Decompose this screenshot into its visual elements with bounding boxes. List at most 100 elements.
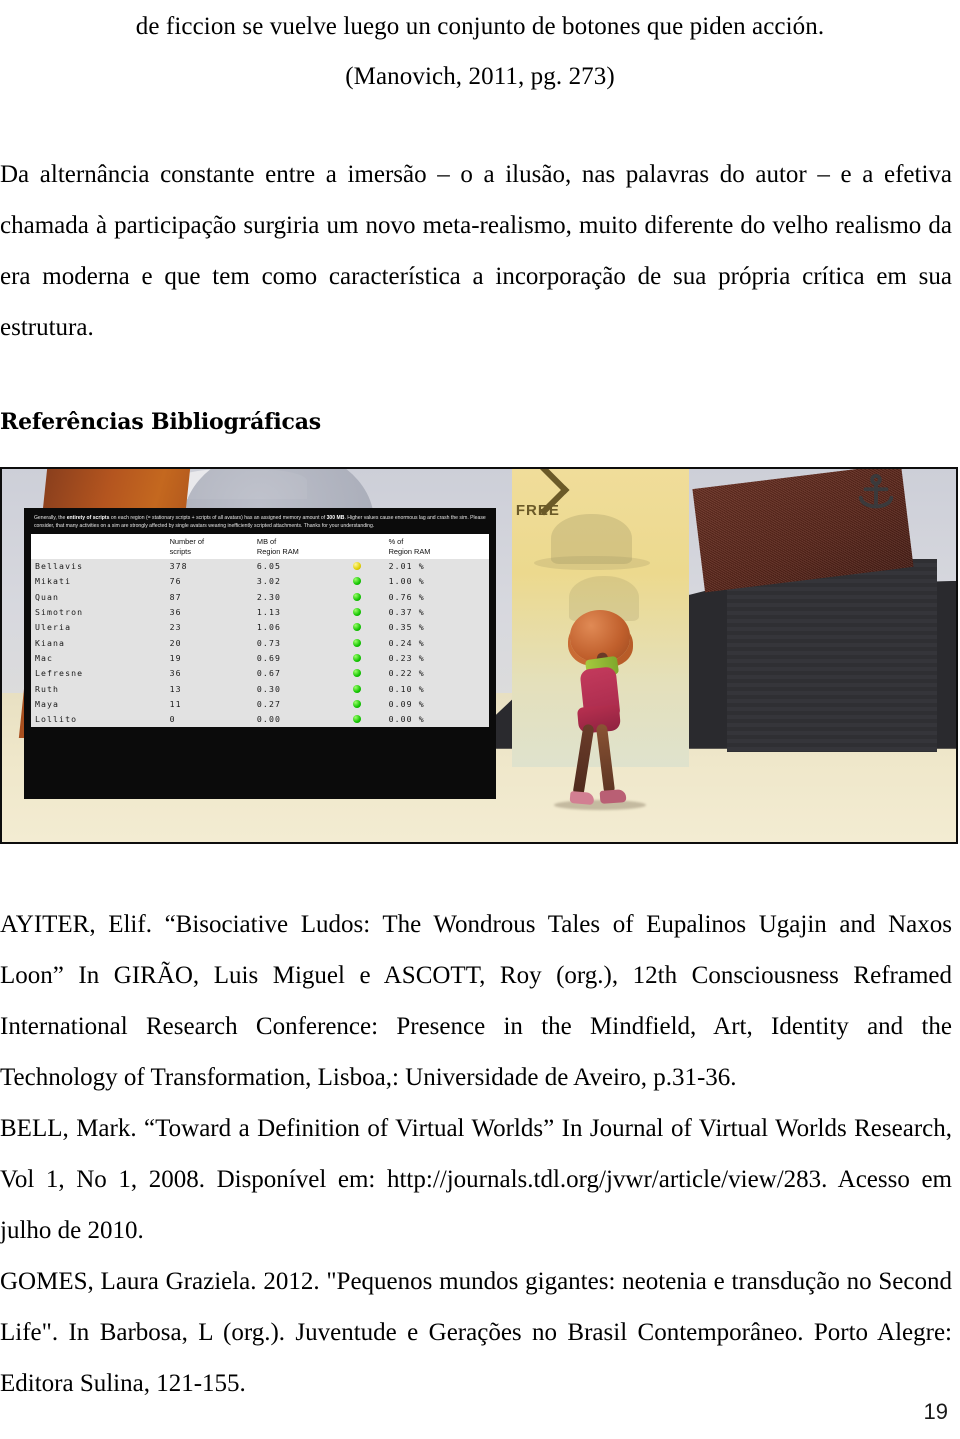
cell-script-count: 378 (165, 559, 253, 575)
cell-script-count: 11 (165, 696, 253, 713)
cell-script-count: 20 (165, 635, 253, 651)
cell-status (348, 650, 385, 667)
col-header-mb: MB of Region RAM (252, 533, 349, 560)
cell-status (348, 696, 385, 713)
cell-mb-region-ram: 0.67 (252, 666, 349, 682)
pct-sign: % (418, 591, 424, 602)
hat-brim-graphic (533, 555, 651, 571)
status-dot-green-icon (352, 638, 361, 647)
status-dot-green-icon (352, 623, 361, 632)
pct-sign: % (418, 652, 424, 663)
free-sign-label: FREE (515, 501, 560, 519)
cell-pct-region-ram: 0.10 % (384, 681, 490, 697)
cell-pct-region-ram: 1.00 % (384, 574, 490, 590)
cell-script-count: 19 (165, 650, 253, 667)
cell-script-count: 0 (165, 712, 253, 728)
avatar-leg-left (572, 723, 595, 797)
status-dot-green-icon (352, 592, 361, 601)
table-row: Ruth 13 0.30 0.10 % (30, 681, 490, 697)
pct-sign: % (418, 714, 424, 725)
pct-sign: % (418, 668, 424, 679)
panel-note-mid-1: on each region (= stationary scripts + s… (109, 515, 327, 522)
cell-region-name: Lefresne (30, 666, 166, 682)
panel-note-bold-2: 300 MB (326, 515, 345, 522)
col-header-pct: % of Region RAM (384, 533, 490, 560)
pct-value: 0.10 (388, 683, 419, 694)
avatar-shoe-right (599, 788, 627, 804)
page-number: 19 (923, 1399, 948, 1424)
cell-region-name: Uleria (30, 620, 166, 636)
script-info-panel: Generally, the entirety of scripts on ea… (23, 508, 497, 800)
cell-mb-region-ram: 3.02 (252, 574, 349, 590)
cell-pct-region-ram: 0.23 % (384, 650, 490, 667)
cell-status (348, 574, 385, 590)
cell-region-name: Maya (30, 696, 166, 713)
cell-pct-region-ram: 2.01 % (384, 559, 490, 575)
pct-value: 0.35 (388, 622, 419, 633)
cell-script-count: 23 (165, 620, 253, 636)
avatar-shoe-left (569, 790, 595, 805)
cell-mb-region-ram: 2.30 (252, 589, 349, 606)
cell-status (348, 589, 385, 606)
cell-region-name: Quan (30, 589, 166, 606)
virtual-world-scene: FREE Generally, the entirety of scripts … (2, 469, 956, 842)
pct-value: 0.22 (388, 668, 419, 679)
table-row: Mac 19 0.69 0.23 % (30, 650, 490, 667)
status-dot-green-icon (352, 669, 361, 678)
pct-value: 0.76 (388, 591, 419, 602)
status-dot-green-icon (352, 608, 361, 617)
block-quote: de ficcion se vuelve luego un conjunto d… (0, 2, 960, 102)
panel-note: Generally, the entirety of scripts on ea… (34, 515, 487, 530)
cell-pct-region-ram: 0.37 % (384, 605, 490, 621)
cell-status (348, 635, 385, 651)
table-row: Mikati 76 3.02 1.00 % (30, 574, 490, 590)
avatar (554, 609, 650, 820)
cell-mb-region-ram: 1.13 (252, 605, 349, 621)
pct-sign: % (418, 698, 424, 709)
cell-script-count: 76 (165, 574, 253, 590)
cell-region-name: Ruth (30, 681, 166, 697)
table-row: Simotron 36 1.13 0.37 % (30, 605, 490, 621)
page-title: Referências Bibliográficas (0, 409, 321, 436)
table-row: Maya 11 0.27 0.09 % (30, 696, 490, 713)
cell-mb-region-ram: 0.00 (252, 712, 349, 728)
table-header: Number of scripts MB of Region RAM % of … (30, 533, 490, 560)
cell-script-count: 13 (165, 681, 253, 697)
figure-screenshot: FREE Generally, the entirety of scripts … (0, 467, 958, 844)
reference-item: BELL, Mark. “Toward a Definition of Virt… (0, 1115, 952, 1244)
cell-script-count: 87 (165, 589, 253, 606)
cell-mb-region-ram: 6.05 (252, 559, 349, 575)
table-row: Lollito 0 0.00 0.00 % (30, 712, 490, 728)
col-header-region (30, 533, 166, 560)
cell-status (348, 559, 385, 575)
document-page: de ficcion se vuelve luego un conjunto d… (0, 0, 960, 1439)
pct-value: 0.09 (388, 698, 419, 709)
panel-note-bold-1: entirety of scripts (66, 515, 110, 522)
pct-value: 0.37 (388, 607, 419, 618)
cell-script-count: 36 (165, 666, 253, 682)
body-paragraph: Da alternância constante entre a imersão… (0, 161, 952, 341)
cell-mb-region-ram: 0.30 (252, 681, 349, 697)
cell-pct-region-ram: 0.76 % (384, 589, 490, 606)
status-dot-green-icon (352, 684, 361, 693)
cell-status (348, 681, 385, 697)
cell-region-name: Simotron (30, 605, 166, 621)
col-header-status (348, 533, 385, 560)
cell-region-name: Mac (30, 650, 166, 667)
avatar-leg-right (595, 723, 616, 795)
cell-status (348, 620, 385, 636)
cell-mb-region-ram: 0.69 (252, 650, 349, 667)
table-header-row: Number of scripts MB of Region RAM % of … (30, 533, 490, 560)
pct-value: 0.24 (388, 637, 419, 648)
reference-item: GOMES, Laura Graziela. 2012. "Pequenos m… (0, 1268, 952, 1397)
cell-status (348, 605, 385, 621)
cell-pct-region-ram: 0.09 % (384, 696, 490, 713)
cell-pct-region-ram: 0.00 % (384, 712, 490, 728)
cell-mb-region-ram: 0.27 (252, 696, 349, 713)
references-list: AYITER, Elif. “Bisociative Ludos: The Wo… (0, 899, 952, 1409)
cell-pct-region-ram: 0.24 % (384, 635, 490, 651)
cell-pct-region-ram: 0.35 % (384, 620, 490, 636)
table-row: Quan 87 2.30 0.76 % (30, 589, 490, 606)
table-row: Lefresne 36 0.67 0.22 % (30, 666, 490, 682)
pct-value: 2.01 (388, 561, 419, 572)
